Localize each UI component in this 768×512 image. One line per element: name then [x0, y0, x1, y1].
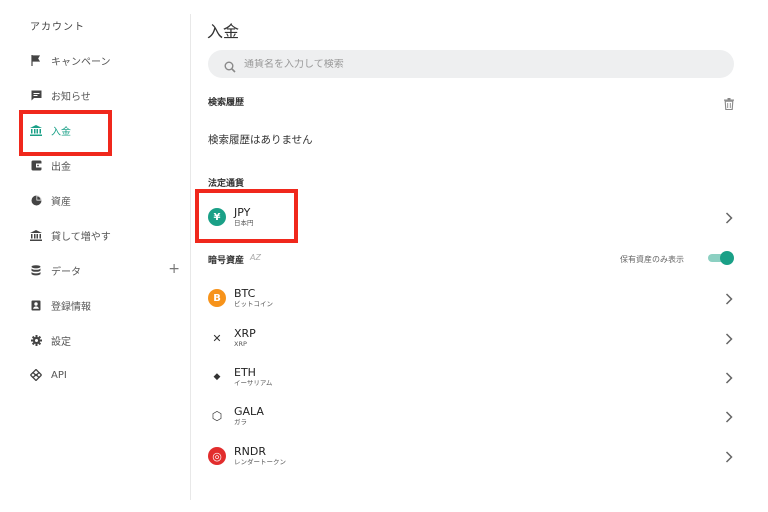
search-bar[interactable]	[208, 50, 734, 78]
sidebar-divider	[190, 14, 191, 500]
page-title: 入金	[207, 22, 240, 41]
currency-symbol: BTC	[234, 287, 256, 300]
sidebar-item-label: 資産	[51, 196, 71, 208]
currency-row-eth[interactable]: ◆ ETH イーサリアム	[208, 360, 736, 394]
xrp-icon: ✕	[208, 329, 226, 347]
crypto-label: 暗号資産	[208, 256, 245, 266]
gala-icon: ⬡	[208, 407, 226, 425]
holdings-only-label: 保有資産のみ表示	[620, 255, 684, 264]
main-content: 入金 検索履歴 検索履歴はありません 法定通貨 ¥ JPY 日本円 暗号資産 A…	[192, 0, 768, 512]
yen-icon: ¥	[208, 208, 226, 226]
currency-symbol: XRP	[234, 327, 256, 340]
sort-az-icon[interactable]: AZ	[250, 253, 261, 262]
holdings-only-toggle[interactable]	[708, 251, 734, 265]
history-label: 検索履歴	[208, 98, 245, 108]
currency-symbol: RNDR	[234, 445, 266, 458]
message-icon	[30, 89, 42, 101]
currency-name: XRP	[234, 340, 247, 348]
id-card-icon	[30, 299, 42, 311]
sidebar-item-campaign[interactable]: キャンペーン	[30, 49, 190, 71]
toggle-thumb	[720, 251, 734, 265]
sidebar-item-label: お知らせ	[51, 91, 91, 103]
sidebar-item-profile[interactable]: 登録情報	[30, 294, 190, 316]
sidebar: アカウント キャンペーン お知らせ 入金 出金 資産 貸して増やす データ + …	[0, 0, 190, 512]
sidebar-item-lending[interactable]: 貸して増やす	[30, 224, 190, 246]
sidebar-item-assets[interactable]: 資産	[30, 189, 190, 211]
sidebar-item-data[interactable]: データ +	[30, 259, 190, 281]
sidebar-title: アカウント	[30, 22, 85, 33]
chevron-right-icon	[724, 291, 734, 305]
sidebar-item-label: 貸して増やす	[51, 231, 111, 243]
currency-name: 日本円	[234, 219, 254, 227]
bitcoin-icon: B	[208, 289, 226, 307]
sidebar-item-news[interactable]: お知らせ	[30, 84, 190, 106]
sidebar-item-label: 登録情報	[51, 301, 91, 313]
chevron-right-icon	[724, 331, 734, 345]
trash-icon[interactable]	[724, 95, 736, 111]
currency-name: ビットコイン	[234, 300, 273, 308]
currency-row-jpy[interactable]: ¥ JPY 日本円	[208, 200, 736, 234]
sidebar-item-api[interactable]: API	[30, 364, 190, 386]
sidebar-item-withdraw[interactable]: 出金	[30, 154, 190, 176]
currency-symbol: JPY	[234, 206, 251, 219]
chevron-right-icon	[724, 409, 734, 423]
currency-row-gala[interactable]: ⬡ GALA ガラ	[208, 399, 736, 433]
sidebar-item-label: キャンペーン	[51, 56, 111, 68]
currency-row-btc[interactable]: B BTC ビットコイン	[208, 281, 736, 315]
flag-icon	[30, 54, 42, 66]
currency-name: レンダートークン	[234, 458, 286, 466]
currency-row-rndr[interactable]: ◎ RNDR レンダートークン	[208, 439, 736, 473]
search-icon	[224, 58, 236, 73]
sidebar-item-label: 設定	[51, 336, 71, 348]
chevron-right-icon	[724, 370, 734, 384]
expand-plus-icon[interactable]: +	[168, 261, 180, 277]
currency-symbol: ETH	[234, 366, 256, 379]
sidebar-item-label: データ	[51, 266, 81, 278]
currency-symbol: GALA	[234, 405, 264, 418]
currency-name: ガラ	[234, 418, 247, 426]
search-input[interactable]	[244, 58, 704, 70]
render-icon: ◎	[208, 447, 226, 465]
currency-name: イーサリアム	[234, 379, 273, 387]
fiat-label: 法定通貨	[208, 179, 245, 189]
sidebar-item-label: 出金	[51, 161, 71, 173]
sidebar-item-label: API	[51, 369, 67, 381]
chevron-right-icon	[724, 449, 734, 463]
history-empty-text: 検索履歴はありません	[208, 134, 313, 146]
api-icon	[30, 369, 42, 381]
ethereum-icon: ◆	[208, 368, 226, 386]
highlight-box-deposit	[19, 110, 112, 156]
currency-row-xrp[interactable]: ✕ XRP XRP	[208, 321, 736, 355]
gear-icon	[30, 334, 42, 346]
bank-icon	[30, 229, 42, 241]
sidebar-item-settings[interactable]: 設定	[30, 329, 190, 351]
chevron-right-icon	[724, 210, 734, 224]
wallet-icon	[30, 159, 42, 171]
pie-chart-icon	[30, 194, 42, 206]
database-icon	[30, 264, 42, 276]
